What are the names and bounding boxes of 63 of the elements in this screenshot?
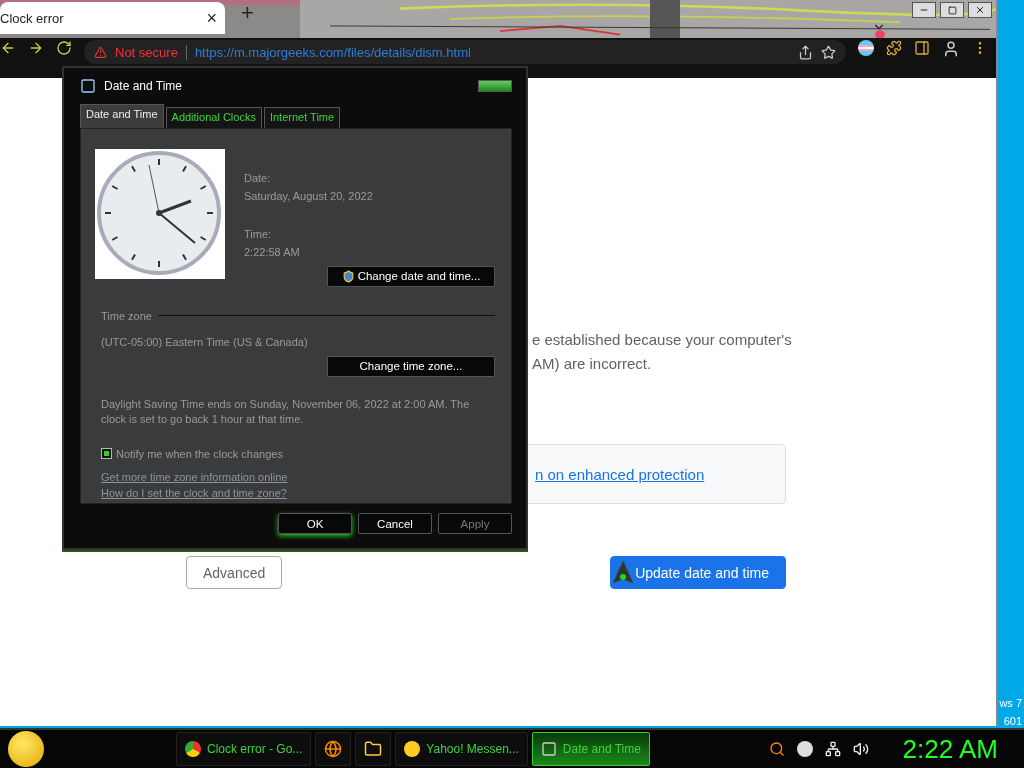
globe-icon [324, 740, 343, 758]
warning-icon [94, 45, 107, 59]
forward-icon[interactable] [28, 40, 44, 56]
minimize-button[interactable] [912, 2, 936, 18]
volume-icon[interactable] [852, 741, 869, 757]
maximize-icon [947, 5, 957, 15]
change-zone-button[interactable]: Change time zone... [327, 355, 495, 377]
taskbar-icon[interactable] [355, 732, 392, 766]
error-message-line: AM) are incorrect. [532, 354, 652, 374]
desktop-text: 601 [1003, 714, 1022, 729]
dialog-tab[interactable]: Internet Time [263, 106, 341, 128]
side-panel-icon[interactable] [914, 40, 930, 56]
maximize-button[interactable] [940, 2, 964, 18]
start-button[interactable] [8, 731, 44, 767]
update-date-button[interactable]: Update date and time [610, 556, 786, 589]
taskbar-button[interactable]: Clock error - Go... [176, 732, 312, 766]
browser-tab[interactable]: Clock error × [0, 2, 225, 34]
shield-icon [341, 269, 355, 283]
dialog-button[interactable]: OK [278, 513, 352, 534]
address-bar[interactable]: Not secure https://m.majorgeeks.com/files/details/dism.html [84, 40, 846, 64]
close-button[interactable] [968, 2, 992, 18]
tab-title: Clock error [0, 10, 64, 26]
taskbar-icon[interactable] [315, 732, 352, 766]
date-label: Date: [244, 170, 272, 186]
date-value: Saturday, August 20, 2022 [244, 188, 374, 204]
dialog-tab[interactable]: Additional Clocks [165, 106, 262, 128]
error-message-line: e established because your computer's [532, 330, 792, 350]
dialog-tab[interactable]: Date and Time [80, 103, 164, 128]
url-text: https://m.majorgeeks.com/files/details/dism.html [185, 44, 471, 60]
back-icon[interactable] [0, 40, 16, 56]
time-value: 2:22:58 AM [244, 244, 301, 260]
help-link[interactable]: Get more time zone information online [95, 470, 288, 483]
help-link[interactable]: How do I set the clock and time zone? [95, 486, 287, 499]
time-label: Time: [244, 226, 273, 242]
window-title: Date and Time [104, 78, 184, 93]
bookmark-star-icon[interactable] [821, 44, 836, 60]
taskbar-button[interactable]: Yahoo! Messen... [395, 732, 528, 766]
share-icon[interactable] [798, 44, 813, 60]
network-icon[interactable] [824, 741, 841, 757]
section-heading: Time zone [101, 308, 152, 324]
folder-icon [364, 740, 383, 758]
close-icon [975, 5, 985, 15]
checkbox-label: Notify me when the clock changes [116, 446, 283, 462]
extensions-icon[interactable] [886, 40, 902, 56]
time-zone-value: (UTC-05:00) Eastern Time (US & Canada) [100, 334, 309, 350]
desktop-text: ws 7 [999, 696, 1022, 711]
profile-icon[interactable] [942, 40, 960, 58]
reload-icon[interactable] [56, 40, 72, 56]
search-icon[interactable] [768, 741, 785, 757]
change-date-button[interactable]: Change date and time... [327, 265, 495, 287]
advanced-button[interactable]: Advanced [186, 556, 283, 589]
taskbar-clock[interactable]: 2:22 AM [902, 733, 998, 765]
dst-note: Daylight Saving Time ends on Sunday, November 06, 2022 at 2:00 AM. The clock is set to go back 1 hour at that time. [100, 396, 471, 427]
new-tab-button[interactable]: + [241, 0, 254, 26]
tab-close-button[interactable]: × [206, 7, 217, 29]
close-button[interactable] [478, 79, 512, 92]
taskbar-button[interactable]: Date and Time [531, 732, 650, 766]
flag-icon[interactable] [858, 40, 874, 56]
protection-link[interactable]: n on enhanced protection [535, 465, 705, 483]
browser-icon [185, 741, 201, 757]
dialog-button[interactable]: Cancel [358, 513, 432, 534]
notify-checkbox[interactable] [101, 448, 112, 460]
security-label[interactable]: Not secure [115, 44, 178, 60]
